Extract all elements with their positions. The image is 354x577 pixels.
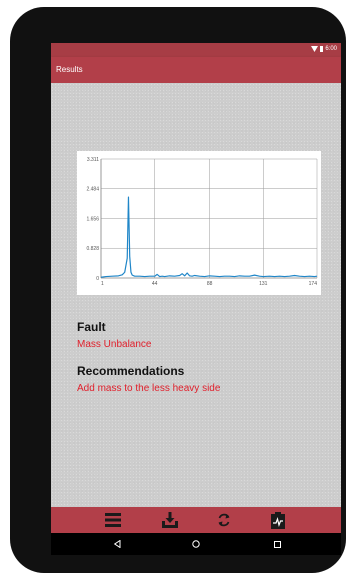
back-icon: [113, 540, 120, 548]
menu-button[interactable]: [103, 510, 123, 530]
home-icon: [192, 540, 200, 548]
report-button[interactable]: [268, 510, 288, 530]
x-tick-label: 88: [207, 281, 213, 287]
x-tick-label: 174: [309, 281, 318, 287]
y-tick-label: 0: [96, 276, 99, 282]
menu-icon: [105, 513, 121, 527]
x-tick-label: 44: [152, 281, 158, 287]
y-tick-label: 0.828: [86, 246, 99, 252]
battery-icon: [320, 46, 324, 52]
wifi-icon: [311, 46, 319, 52]
fault-heading: Fault: [77, 320, 106, 334]
refresh-button[interactable]: [214, 510, 234, 530]
status-bar: 6:00: [51, 43, 341, 57]
y-tick-label: 2.484: [86, 187, 99, 193]
bottom-toolbar: [51, 507, 341, 533]
page-title: Results: [56, 65, 83, 74]
recommendations-heading: Recommendations: [77, 364, 185, 378]
status-indicators: 6:00: [311, 46, 337, 52]
app-bar: Results: [51, 57, 341, 83]
screen: 6:00 Results 0 0.828 1.656 2.484 3.311 1 44 88 1…: [51, 43, 341, 555]
x-tick-label: 1: [101, 281, 104, 287]
back-button[interactable]: [110, 537, 124, 551]
results-content: 0 0.828 1.656 2.484 3.311 1 44 88 131 174 Fault M…: [51, 83, 341, 507]
home-button[interactable]: [189, 537, 203, 551]
y-tick-label: 1.656: [86, 216, 99, 222]
system-nav-bar: [51, 533, 341, 555]
recents-button[interactable]: [270, 537, 284, 551]
recents-icon: [273, 540, 281, 548]
chart-svg: 0 0.828 1.656 2.484 3.311 1 44 88 131 174: [86, 157, 318, 287]
fault-value: Mass Unbalance: [77, 339, 152, 350]
report-icon: [271, 511, 285, 529]
download-icon: [162, 512, 178, 528]
download-button[interactable]: [160, 510, 180, 530]
series-line: [100, 196, 318, 278]
spectrum-chart: 0 0.828 1.656 2.484 3.311 1 44 88 131 174: [77, 151, 321, 295]
recommendations-value: Add mass to the less heavy side: [77, 383, 221, 394]
y-tick-label: 3.311: [87, 157, 99, 163]
x-tick-label: 131: [259, 281, 268, 287]
refresh-icon: [218, 513, 230, 527]
tablet-frame: 6:00 Results 0 0.828 1.656 2.484 3.311 1 44 88 1…: [10, 7, 346, 573]
status-time: 6:00: [325, 46, 337, 52]
